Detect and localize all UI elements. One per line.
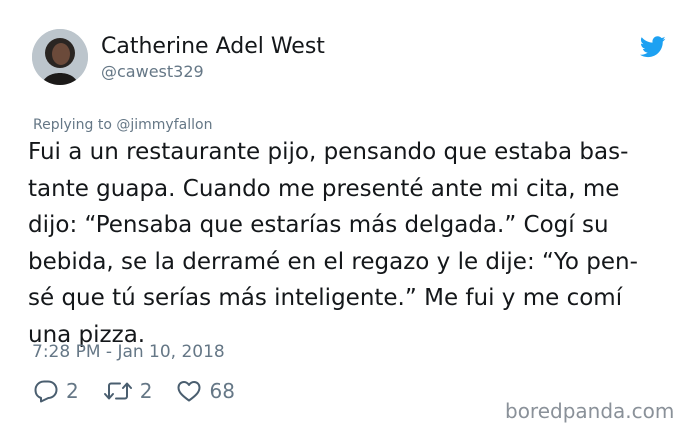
reply-icon bbox=[34, 380, 58, 403]
heart-icon bbox=[177, 381, 201, 402]
retweet-icon bbox=[103, 382, 132, 400]
author-display-name[interactable]: Catherine Adel West bbox=[101, 33, 325, 61]
author-handle[interactable]: @cawest329 bbox=[101, 62, 204, 82]
replying-to-text[interactable]: Replying to @jimmyfallon bbox=[33, 116, 212, 134]
tweet-body: Fui a un restaurante pijo, pensando que … bbox=[28, 134, 678, 353]
profile-photo-icon bbox=[32, 29, 88, 85]
reply-count: 2 bbox=[66, 379, 79, 403]
like-count: 68 bbox=[209, 379, 235, 403]
tweet-body-line: tante guapa. Cuando me presenté ante mi … bbox=[28, 175, 620, 202]
watermark-text: boredpanda.com bbox=[505, 399, 675, 423]
tweet-card: Catherine Adel West @cawest329 Replying … bbox=[0, 0, 700, 434]
avatar[interactable] bbox=[32, 29, 88, 85]
tweet-actions: 2 2 68 bbox=[33, 376, 259, 406]
retweet-button[interactable]: 2 bbox=[103, 379, 153, 403]
tweet-body-line: bebida, se la derramé en el regazo y le … bbox=[28, 248, 638, 275]
tweet-timestamp[interactable]: 7:28 PM - Jan 10, 2018 bbox=[32, 341, 225, 363]
tweet-body-line: sé que tú serías más inteligente.” Me fu… bbox=[28, 285, 623, 311]
reply-button[interactable]: 2 bbox=[33, 379, 79, 403]
twitter-bird-icon[interactable] bbox=[639, 36, 666, 58]
tweet-body-line: Fui a un restaurante pijo, pensando que … bbox=[28, 139, 629, 165]
tweet-body-line: dijo: “Pensaba que estarías más delgada.… bbox=[28, 212, 609, 238]
retweet-count: 2 bbox=[139, 379, 153, 403]
like-button[interactable]: 68 bbox=[176, 379, 235, 403]
